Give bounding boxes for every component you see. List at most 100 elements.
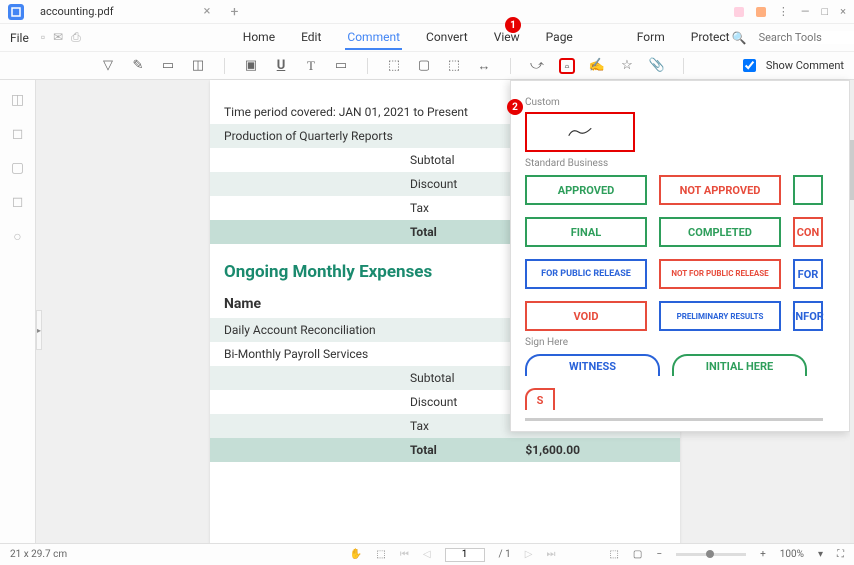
document-tab[interactable]: accounting.pdf ×	[32, 4, 219, 19]
stamp-info[interactable]: INFOR	[793, 301, 823, 331]
stamp-completed[interactable]: COMPLETED	[659, 217, 781, 247]
workspace: ◫ ◻ ▢ ◻ ○ ▸ Time period covered: JAN 01,…	[0, 80, 854, 558]
divider	[683, 58, 684, 74]
eraser-icon[interactable]: ◫	[190, 58, 206, 74]
stamp-button[interactable]	[559, 58, 575, 74]
bookmark-icon[interactable]: ◻	[10, 126, 26, 142]
sign-label: Sign Here	[525, 337, 835, 348]
underline-icon[interactable]: U	[273, 58, 289, 74]
arrow-icon[interactable]: ⤻	[529, 58, 545, 74]
line-icon[interactable]: ⬚	[446, 58, 462, 74]
note-icon[interactable]: ▣	[243, 58, 259, 74]
title-bar: accounting.pdf × + ⋮ — □ ×	[0, 0, 854, 24]
menu-comment[interactable]: Comment	[345, 26, 402, 50]
menu-home[interactable]: Home	[241, 26, 277, 50]
file-menu[interactable]: File	[10, 31, 29, 45]
attachments-icon[interactable]: ◻	[10, 194, 26, 210]
attach-icon[interactable]: 📎	[649, 58, 665, 74]
stamp-preliminary[interactable]: PRELIMINARY RESULTS	[659, 301, 781, 331]
maximize-button[interactable]: □	[821, 5, 828, 18]
minimize-button[interactable]: —	[801, 5, 810, 18]
textbox-icon[interactable]: ⬚	[386, 58, 402, 74]
menu-page[interactable]: Page	[544, 26, 575, 50]
menu-bar: File ▫ ✉ ⎙ Home Edit Comment Convert Vie…	[0, 24, 854, 52]
print-icon[interactable]: ⎙	[71, 30, 81, 45]
stamp-confidential[interactable]: CON	[793, 217, 823, 247]
callout-icon[interactable]: ▭	[333, 58, 349, 74]
notification-icon[interactable]	[756, 7, 766, 17]
signature-icon[interactable]: ✍	[589, 58, 605, 74]
thumbnails-icon[interactable]: ◫	[10, 92, 26, 108]
text-icon[interactable]: T	[303, 58, 319, 74]
main-menu: Home Edit Comment Convert View Page Form…	[241, 26, 732, 50]
comment-toolbar: ▽ ✎ ▭ ◫ ▣ U T ▭ ⬚ ▢ ⬚ ↔ ⤻ ✍ ☆ 📎 Show Com…	[0, 52, 854, 80]
stamp-public-release[interactable]: FOR PUBLIC RELEASE	[525, 259, 647, 289]
close-tab-icon[interactable]: ×	[204, 4, 211, 19]
menu-edit[interactable]: Edit	[299, 26, 323, 50]
total-pages: / 1	[499, 549, 511, 560]
area-icon[interactable]: ▭	[160, 58, 176, 74]
stamps-panel: Custom 2 Standard Business APPROVED NOT …	[510, 80, 850, 432]
shape-icon[interactable]: ▢	[416, 58, 432, 74]
divider	[367, 58, 368, 74]
search-icon: 🔍	[732, 31, 747, 45]
measure-icon[interactable]: ↔	[476, 58, 492, 74]
star-icon[interactable]: ☆	[619, 58, 635, 74]
page-dimensions: 21 x 29.7 cm	[10, 549, 67, 560]
collapse-handle[interactable]: ▸	[36, 310, 42, 350]
custom-label: Custom	[525, 97, 835, 108]
vertical-scrollbar[interactable]	[850, 80, 854, 558]
divider	[510, 58, 511, 74]
first-page-icon[interactable]: ⏮	[400, 549, 409, 560]
total-row: Total$1,600.00	[210, 438, 680, 462]
show-comment-checkbox[interactable]	[743, 59, 756, 72]
menu-protect[interactable]: Protect	[689, 26, 732, 50]
highlight-icon[interactable]: ▽	[100, 58, 116, 74]
pen-icon[interactable]: ✎	[130, 58, 146, 74]
search-input[interactable]	[759, 31, 854, 44]
new-tab-button[interactable]: +	[231, 4, 239, 20]
comments-icon[interactable]: ○	[10, 228, 26, 244]
zoom-out-icon[interactable]: −	[656, 549, 662, 560]
divider	[224, 58, 225, 74]
stamp-final[interactable]: FINAL	[525, 217, 647, 247]
tab-label: accounting.pdf	[40, 5, 114, 18]
mail-icon[interactable]: ✉	[53, 30, 63, 45]
zoom-slider[interactable]	[676, 553, 746, 556]
zoom-in-icon[interactable]: +	[760, 549, 766, 560]
badge-1: 1	[505, 17, 521, 33]
stamp-partial[interactable]	[793, 175, 823, 205]
more-icon[interactable]: ⋮	[778, 5, 789, 18]
menu-hidden	[597, 26, 613, 50]
prev-page-icon[interactable]: ◁	[423, 549, 431, 560]
left-sidebar: ◫ ◻ ▢ ◻ ○	[0, 80, 36, 558]
custom-stamp-signature[interactable]	[525, 112, 635, 152]
stamp-initial[interactable]: INITIAL HERE	[672, 354, 807, 376]
fit-width-icon[interactable]: ⬚	[609, 549, 618, 560]
layers-icon[interactable]: ▢	[10, 160, 26, 176]
stamp-not-approved[interactable]: NOT APPROVED	[659, 175, 781, 205]
stamp-not-public[interactable]: NOT FOR PUBLIC RELEASE	[659, 259, 781, 289]
stamp-sign[interactable]: S	[525, 388, 555, 410]
stamp-for[interactable]: FOR	[793, 259, 823, 289]
hand-tool-icon[interactable]: ✋	[350, 549, 362, 560]
menu-convert[interactable]: Convert	[424, 26, 470, 50]
zoom-value: 100%	[780, 549, 804, 560]
standard-label: Standard Business	[525, 158, 835, 169]
gem-icon[interactable]	[734, 7, 744, 17]
close-button[interactable]: ×	[840, 5, 846, 18]
zoom-dropdown-icon[interactable]: ▾	[818, 549, 823, 560]
save-icon[interactable]: ▫	[41, 30, 45, 45]
menu-form[interactable]: Form	[635, 26, 667, 50]
stamp-witness[interactable]: WITNESS	[525, 354, 660, 376]
fit-page-icon[interactable]: ▢	[633, 549, 642, 560]
panel-scrollbar[interactable]	[525, 418, 823, 421]
page-input[interactable]	[445, 548, 485, 562]
last-page-icon[interactable]: ⏭	[546, 549, 555, 560]
stamp-approved[interactable]: APPROVED	[525, 175, 647, 205]
next-page-icon[interactable]: ▷	[525, 549, 533, 560]
stamp-void[interactable]: VOID	[525, 301, 647, 331]
select-tool-icon[interactable]: ⬚	[376, 549, 385, 560]
badge-2: 2	[507, 99, 523, 115]
fullscreen-icon[interactable]: ⛶	[837, 549, 844, 560]
